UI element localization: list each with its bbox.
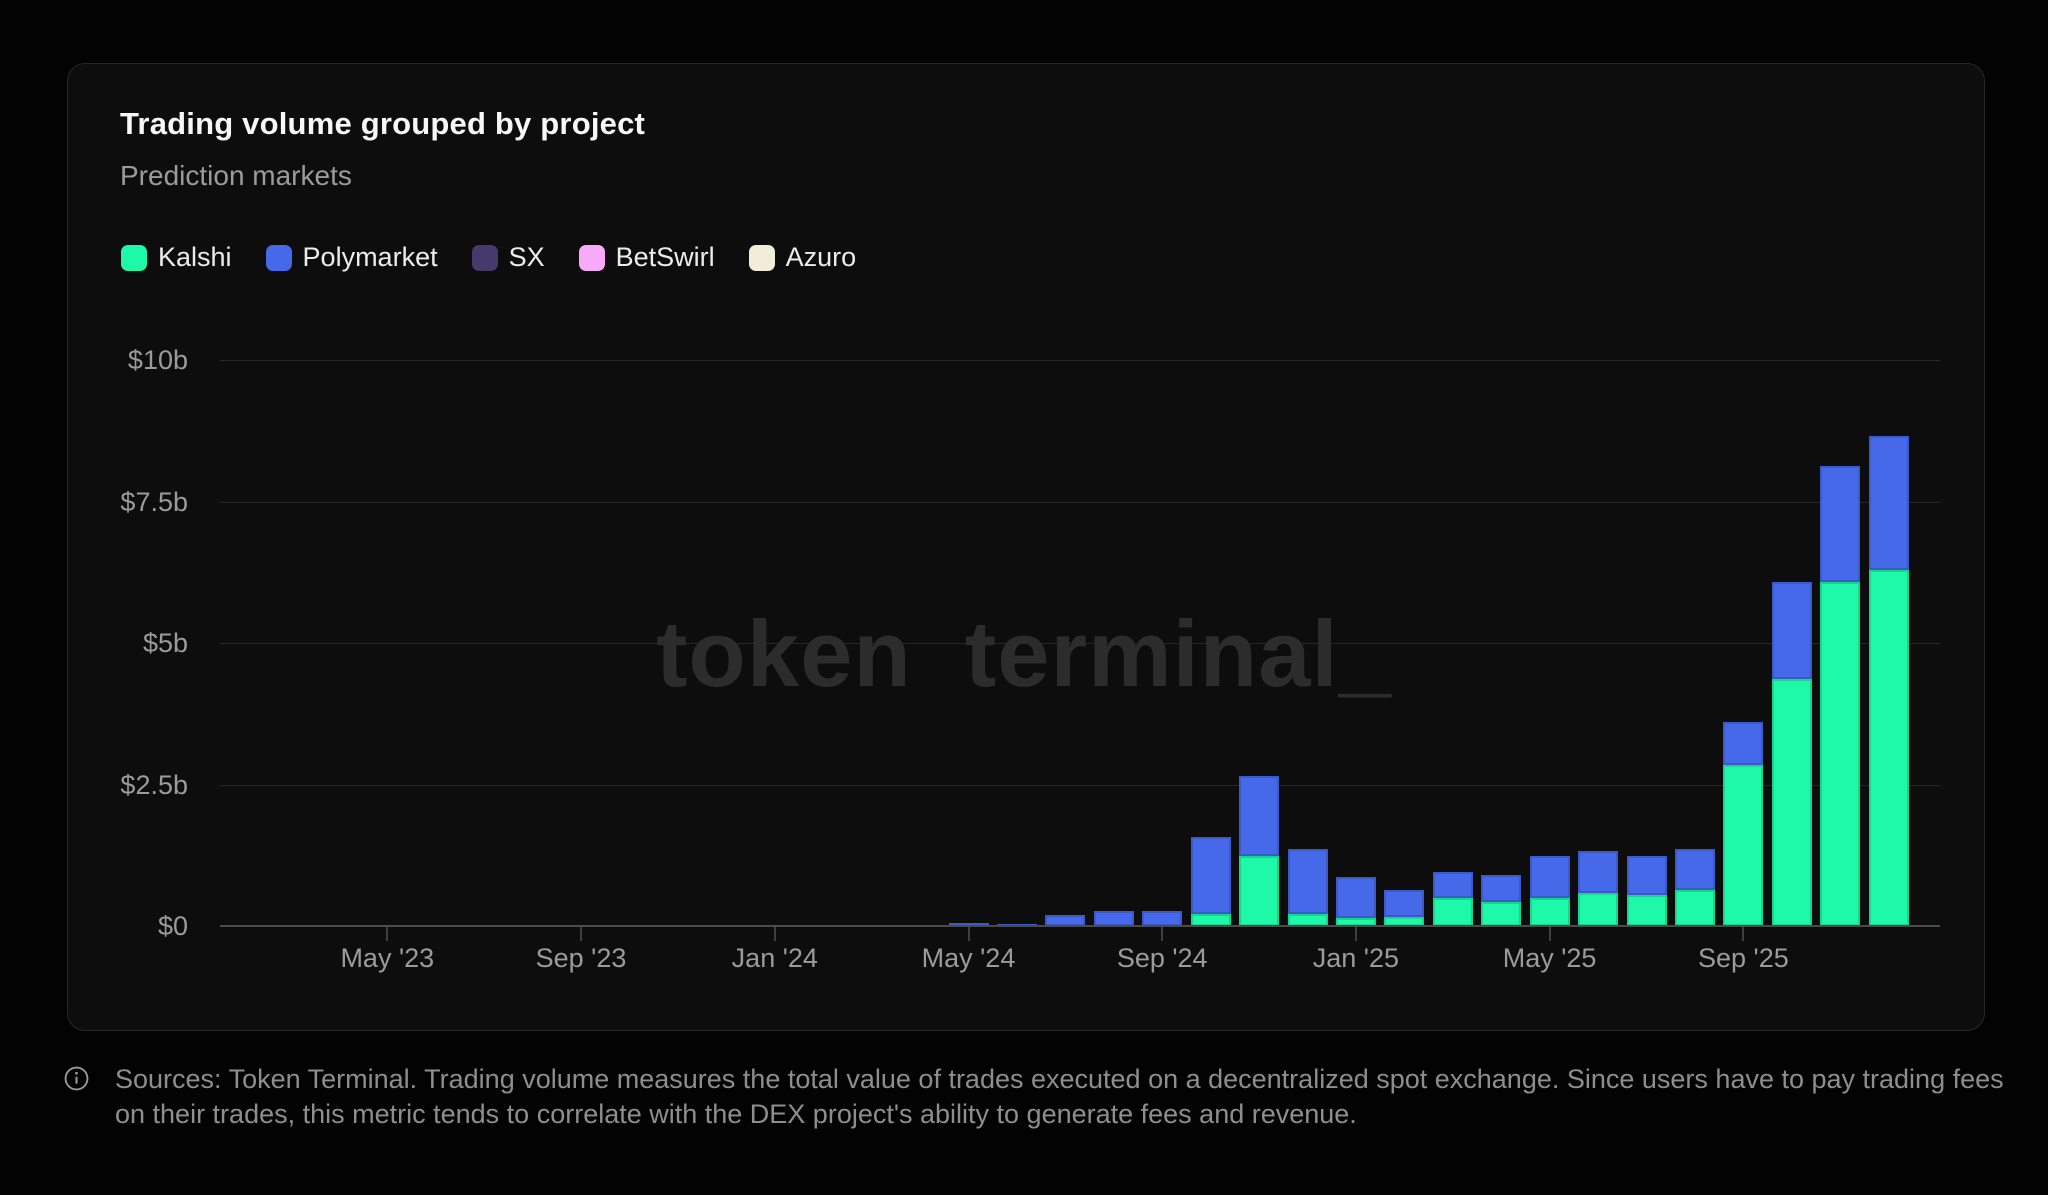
bar-segment-kalshi[interactable] bbox=[1578, 893, 1618, 926]
bar-group[interactable] bbox=[1239, 776, 1279, 926]
x-axis-label: May '23 bbox=[307, 942, 467, 974]
bar-segment-kalshi[interactable] bbox=[1675, 890, 1715, 926]
chart-footnote: Sources: Token Terminal. Trading volume … bbox=[64, 1062, 2004, 1132]
bar-group[interactable] bbox=[1578, 851, 1618, 926]
bar-segment-polymarket[interactable] bbox=[1772, 582, 1812, 679]
page: Trading volume grouped by project Predic… bbox=[0, 0, 2048, 1195]
bar-segment-polymarket[interactable] bbox=[1094, 911, 1134, 926]
bar-segment-polymarket[interactable] bbox=[1142, 911, 1182, 926]
bar-group[interactable] bbox=[1142, 911, 1182, 926]
bar-segment-polymarket[interactable] bbox=[1433, 872, 1473, 898]
chart-subtitle: Prediction markets bbox=[120, 160, 352, 192]
legend-swatch bbox=[472, 245, 498, 271]
bar-segment-polymarket[interactable] bbox=[1820, 466, 1860, 582]
bar-group[interactable] bbox=[1675, 849, 1715, 927]
bar-segment-polymarket[interactable] bbox=[1578, 851, 1618, 893]
legend-item-label: Polymarket bbox=[303, 242, 438, 273]
legend-swatch bbox=[266, 245, 292, 271]
x-axis-label: Sep '25 bbox=[1663, 942, 1823, 974]
x-axis-tick bbox=[1549, 927, 1551, 941]
x-axis-line bbox=[220, 925, 1940, 927]
legend-item-label: BetSwirl bbox=[616, 242, 715, 273]
bar-group[interactable] bbox=[1869, 436, 1909, 926]
legend-item-label: Azuro bbox=[786, 242, 857, 273]
x-axis-tick bbox=[580, 927, 582, 941]
x-axis-tick bbox=[386, 927, 388, 941]
bar-segment-polymarket[interactable] bbox=[1723, 722, 1763, 765]
bar-segment-kalshi[interactable] bbox=[1481, 902, 1521, 926]
bar-segment-kalshi[interactable] bbox=[1869, 570, 1909, 926]
bar-group[interactable] bbox=[1627, 856, 1667, 926]
legend: Kalshi Polymarket SX BetSwirl Azuro bbox=[121, 242, 856, 273]
gridline bbox=[220, 502, 1940, 503]
x-axis-tick bbox=[1161, 927, 1163, 941]
bar-group[interactable] bbox=[1772, 582, 1812, 926]
y-axis-label: $2.5b bbox=[68, 769, 188, 801]
bar-segment-kalshi[interactable] bbox=[1772, 679, 1812, 926]
legend-item-betswirl[interactable]: BetSwirl bbox=[579, 242, 715, 273]
bar-group[interactable] bbox=[1481, 875, 1521, 927]
bar-segment-kalshi[interactable] bbox=[1239, 856, 1279, 926]
chart-title: Trading volume grouped by project bbox=[120, 106, 645, 142]
legend-item-azuro[interactable]: Azuro bbox=[749, 242, 857, 273]
y-axis-label: $0 bbox=[68, 910, 188, 942]
x-axis-label: Jan '25 bbox=[1276, 942, 1436, 974]
legend-item-sx[interactable]: SX bbox=[472, 242, 545, 273]
x-axis-label: Sep '23 bbox=[501, 942, 661, 974]
footnote-line-1: Sources: Token Terminal. Trading volume … bbox=[115, 1064, 2004, 1094]
x-axis-label: May '25 bbox=[1470, 942, 1630, 974]
bar-segment-kalshi[interactable] bbox=[1530, 898, 1570, 926]
legend-item-kalshi[interactable]: Kalshi bbox=[121, 242, 232, 273]
bar-group[interactable] bbox=[1094, 911, 1134, 926]
bar-group[interactable] bbox=[1191, 837, 1231, 926]
bar-segment-polymarket[interactable] bbox=[1675, 849, 1715, 890]
gridline bbox=[220, 360, 1940, 361]
bar-segment-polymarket[interactable] bbox=[1530, 856, 1570, 897]
bar-group[interactable] bbox=[1723, 722, 1763, 926]
bar-group[interactable] bbox=[1336, 877, 1376, 926]
x-axis-tick bbox=[1742, 927, 1744, 941]
bar-segment-polymarket[interactable] bbox=[1481, 875, 1521, 903]
bar-group[interactable] bbox=[1288, 849, 1328, 927]
legend-swatch bbox=[579, 245, 605, 271]
legend-item-label: Kalshi bbox=[158, 242, 232, 273]
token-terminal-watermark: token terminal_ bbox=[0, 600, 2048, 708]
bar-group[interactable] bbox=[1820, 466, 1860, 926]
x-axis-tick bbox=[774, 927, 776, 941]
legend-item-label: SX bbox=[509, 242, 545, 273]
bar-segment-polymarket[interactable] bbox=[1191, 837, 1231, 914]
y-axis-label: $7.5b bbox=[68, 486, 188, 518]
footnote-text: Sources: Token Terminal. Trading volume … bbox=[115, 1062, 2004, 1132]
bar-segment-kalshi[interactable] bbox=[1723, 765, 1763, 926]
legend-item-polymarket[interactable]: Polymarket bbox=[266, 242, 438, 273]
bar-segment-kalshi[interactable] bbox=[1433, 898, 1473, 926]
bar-group[interactable] bbox=[1433, 872, 1473, 926]
x-axis-tick bbox=[1355, 927, 1357, 941]
x-axis-label: Sep '24 bbox=[1082, 942, 1242, 974]
bar-segment-polymarket[interactable] bbox=[1288, 849, 1328, 915]
bar-group[interactable] bbox=[1530, 856, 1570, 926]
bar-segment-polymarket[interactable] bbox=[1384, 890, 1424, 917]
legend-swatch bbox=[121, 245, 147, 271]
bar-group[interactable] bbox=[1384, 890, 1424, 926]
bar-segment-polymarket[interactable] bbox=[1627, 856, 1667, 895]
bar-segment-kalshi[interactable] bbox=[1820, 582, 1860, 926]
x-axis-label: May '24 bbox=[889, 942, 1049, 974]
info-icon[interactable] bbox=[64, 1066, 89, 1091]
x-axis-tick bbox=[968, 927, 970, 941]
gridline bbox=[220, 785, 1940, 786]
legend-swatch bbox=[749, 245, 775, 271]
footnote-line-2: on their trades, this metric tends to co… bbox=[115, 1099, 1357, 1129]
bar-segment-polymarket[interactable] bbox=[1239, 776, 1279, 856]
bar-segment-polymarket[interactable] bbox=[1869, 436, 1909, 570]
bar-segment-kalshi[interactable] bbox=[1627, 895, 1667, 926]
bar-segment-polymarket[interactable] bbox=[1336, 877, 1376, 918]
y-axis-label: $10b bbox=[68, 344, 188, 376]
x-axis-label: Jan '24 bbox=[695, 942, 855, 974]
